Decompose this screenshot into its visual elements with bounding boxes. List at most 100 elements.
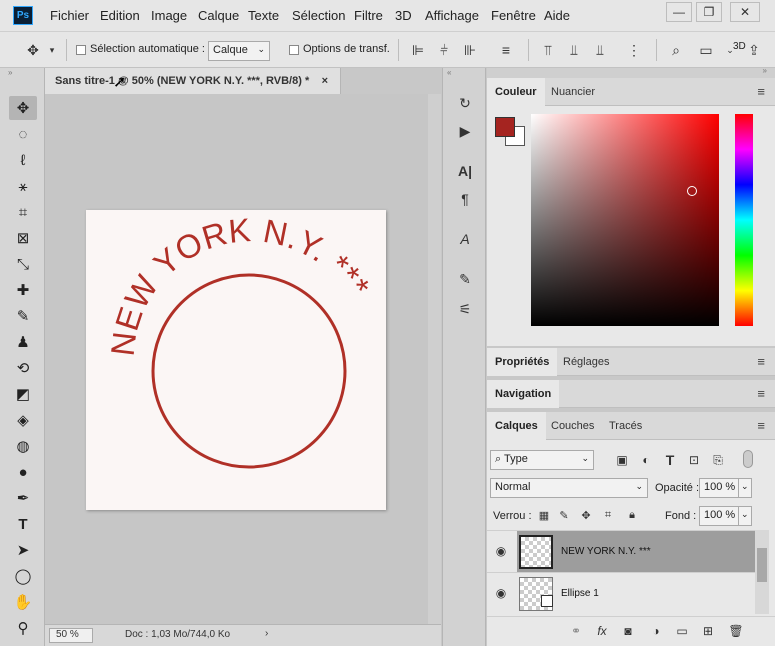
document-tab[interactable]: Sans titre-1 @ 50% (NEW YORK N.Y. ***, R… [45,68,341,94]
crop-icon[interactable]: ⌗ [9,200,37,224]
menu-texte[interactable]: Texte [248,0,279,32]
auto-select-dropdown[interactable]: Calque ⌄ [208,41,270,61]
folder-icon[interactable]: ▭ [673,622,691,640]
move-icon[interactable]: ✥ [9,96,37,120]
color-picker-cursor[interactable] [687,186,697,196]
menu-3d[interactable]: 3D [395,0,412,32]
pixel-filter-icon[interactable]: ▣ [613,450,631,470]
layers-scrollbar[interactable] [755,530,769,614]
collapse-icon[interactable]: » [8,68,12,77]
chevron-down-icon[interactable]: ⌄ [738,478,752,498]
status-menu-arrow[interactable]: › [265,628,268,639]
eraser-icon[interactable]: ◩ [9,382,37,406]
lock-all-icon[interactable]: 🔒︎ [625,506,639,524]
move-icon[interactable]: ✥ [22,40,44,60]
menu-affichage[interactable]: Affichage [425,0,479,32]
tab-couleur[interactable]: Couleur [487,78,545,106]
menu-aide[interactable]: Aide [544,0,570,32]
auto-select-checkbox[interactable] [76,45,86,55]
type-icon[interactable]: T [9,512,37,536]
tab-navigation[interactable]: Navigation [487,380,560,408]
adjustment-filter-icon[interactable]: ◐ [637,450,655,470]
layer-name[interactable]: NEW YORK N.Y. *** [561,546,651,557]
tab-traces[interactable]: Tracés [601,412,650,440]
hue-slider[interactable] [735,114,753,326]
distribute-vertical-icon[interactable]: ⋮ [624,40,644,60]
brush-settings-icon[interactable]: ✎ [453,268,477,290]
panel-menu-icon[interactable]: ≡ [757,386,765,401]
tab-proprietes[interactable]: Propriétés [487,348,558,376]
type-filter-icon[interactable]: T [661,450,679,470]
layer-name[interactable]: Ellipse 1 [561,588,599,599]
history-brush-icon[interactable]: ⟲ [9,356,37,380]
chevron-down-icon[interactable]: ▾ [46,40,58,60]
align-center-icon[interactable]: ⫩ [434,40,454,60]
magic-wand-icon[interactable]: ⚹ [9,174,37,198]
panel-menu-icon[interactable]: ≡ [757,418,765,433]
tab-calques[interactable]: Calques [487,412,546,440]
transform-checkbox[interactable] [289,45,299,55]
brush-icon[interactable]: ✎ [9,304,37,328]
panel-menu-icon[interactable]: ≡ [757,84,765,99]
collapse-icon[interactable]: » [763,66,767,75]
lock-transparency-icon[interactable]: ▦ [537,506,551,524]
tab-nuancier[interactable]: Nuancier [543,78,603,106]
color-field[interactable] [531,114,719,326]
fx-icon[interactable]: fx [593,622,611,640]
bucket-icon[interactable]: ◈ [9,408,37,432]
maximize-button[interactable]: ❐ [696,2,722,22]
adjustment-icon[interactable]: ◑ [647,622,665,640]
hand-icon[interactable]: ✋ [9,590,37,614]
expand-icon[interactable]: « [447,68,451,77]
panel-collapse-bar[interactable]: » [487,66,775,78]
eyedropper-icon[interactable]: ⤡ [9,252,37,276]
character-icon[interactable]: A| [453,160,477,182]
glyphs-icon[interactable]: A [453,228,477,250]
path-select-icon[interactable]: ➤ [9,538,37,562]
align-middle-icon[interactable]: ⫫ [564,40,584,60]
layer-row[interactable]: ◉ Ellipse 1 [487,572,755,614]
menu-edition[interactable]: Edition [100,0,140,32]
filter-toggle[interactable] [743,450,753,468]
paragraph-icon[interactable]: ¶ [453,188,477,210]
ellipse-icon[interactable]: ◯ [9,564,37,588]
panel-menu-icon[interactable]: ≡ [757,354,765,369]
menu-fenetre[interactable]: Fenêtre [491,0,536,32]
search-icon[interactable]: ⌕ [666,40,686,60]
share-icon[interactable]: ⇪ [744,40,764,60]
blur-icon[interactable]: ◍ [9,434,37,458]
marquee-icon[interactable]: ◌ [9,122,37,146]
lasso-icon[interactable]: ℓ [9,148,37,172]
close-button[interactable]: ✕ [730,2,760,22]
new-layer-icon[interactable]: ⊞ [699,622,717,640]
layer-row[interactable]: ◉ NEW YORK N.Y. *** [487,530,755,573]
menu-fichier[interactable]: Fichier [50,0,89,32]
lock-position-icon[interactable]: ✥ [579,506,593,524]
menu-image[interactable]: Image [151,0,187,32]
align-top-icon[interactable]: ⫪ [538,40,558,60]
align-bottom-icon[interactable]: ⫫ [590,40,610,60]
actions-icon[interactable]: ▶ [453,120,477,142]
zoom-field[interactable]: 50 % [49,628,93,643]
menu-calque[interactable]: Calque [198,0,239,32]
shape-filter-icon[interactable]: ⊡ [685,450,703,470]
tab-couches[interactable]: Couches [543,412,602,440]
zoom-icon[interactable]: ⚲ [9,616,37,640]
menu-filtre[interactable]: Filtre [354,0,383,32]
dodge-icon[interactable]: ● [9,460,37,484]
document-canvas[interactable]: NEW YORK N.Y. *** [86,210,386,510]
tool-presets-icon[interactable]: ⚟ [453,298,477,320]
distribute-icon[interactable]: ≡ [496,40,516,60]
scroll-thumb[interactable] [757,548,767,582]
align-left-icon[interactable]: ⊫ [408,40,428,60]
align-right-icon[interactable]: ⊪ [460,40,480,60]
pen-icon[interactable]: ✒ [9,486,37,510]
mask-icon[interactable]: ◙ [619,622,637,640]
vertical-scrollbar[interactable] [428,94,441,624]
chevron-down-icon[interactable]: ⌄ [738,506,752,526]
lock-artboard-icon[interactable]: ⌗ [601,506,615,524]
minimize-button[interactable]: — [666,2,692,22]
close-tab-icon[interactable]: × [322,68,328,94]
menu-selection[interactable]: Sélection [292,0,345,32]
history-icon[interactable]: ↻ [453,92,477,114]
